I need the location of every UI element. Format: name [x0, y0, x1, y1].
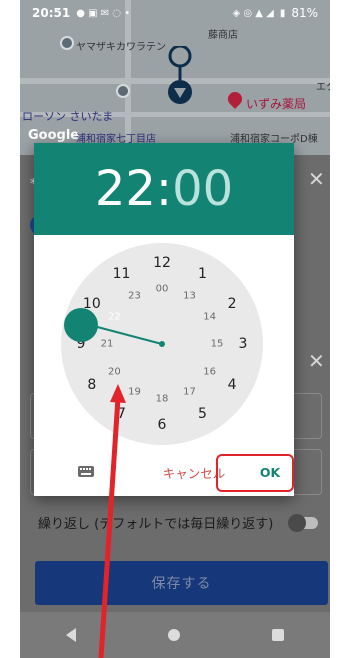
- clock-number-7[interactable]: 7: [117, 406, 126, 422]
- clock-number-22[interactable]: 22: [108, 311, 121, 322]
- ok-highlight-box: [216, 454, 294, 492]
- close-icon: ✕: [308, 349, 325, 373]
- notification-icon: ● ▣ ✉ ◌ •: [76, 7, 131, 19]
- time-picker-dialog: 22:00 12 1 2 3 4 5 6 7 8 9 10 11 00 13 14 15 16 17 18 19 20 2…: [34, 143, 294, 496]
- time-colon: :: [155, 161, 173, 217]
- clock-number-3[interactable]: 3: [239, 336, 248, 352]
- clock-number-6[interactable]: 6: [158, 417, 167, 433]
- keyboard-icon[interactable]: [78, 466, 94, 477]
- signal-icon: ◈ ◎ ▲ ◢: [232, 7, 274, 19]
- clock-number-2[interactable]: 2: [228, 296, 237, 312]
- system-nav-bar: [20, 612, 330, 658]
- google-logo: Google: [28, 128, 80, 143]
- repeat-label: 繰り返し (デフォルトでは毎日繰り返す): [38, 517, 274, 532]
- map-label: いずみ薬局: [246, 97, 307, 111]
- clock-number-20[interactable]: 20: [108, 366, 121, 377]
- clock-number-17[interactable]: 17: [183, 386, 196, 397]
- map-pin-icon: [116, 84, 130, 98]
- minute-display[interactable]: 00: [172, 161, 233, 217]
- clock-number-15[interactable]: 15: [211, 339, 224, 350]
- clock-center-dot: [159, 341, 165, 347]
- clock-number-8[interactable]: 8: [87, 377, 96, 393]
- close-icon: ✕: [308, 167, 325, 191]
- save-button[interactable]: 保存する: [35, 561, 328, 605]
- recents-icon[interactable]: [272, 629, 284, 641]
- map-pin-icon: [60, 36, 74, 50]
- back-icon[interactable]: [66, 628, 76, 642]
- clock-number-19[interactable]: 19: [128, 386, 141, 397]
- home-icon[interactable]: [168, 629, 180, 641]
- clock-number-4[interactable]: 4: [228, 377, 237, 393]
- map-label: エク: [316, 82, 330, 93]
- time-display: 22:00: [34, 143, 294, 235]
- clock-number-12[interactable]: 12: [153, 255, 171, 271]
- clock-number-11[interactable]: 11: [113, 266, 131, 282]
- clock-number-00[interactable]: 00: [156, 284, 169, 295]
- battery-icon: ▮: [279, 7, 286, 19]
- clock-number-13[interactable]: 13: [183, 291, 196, 302]
- map-label: 藤商店: [208, 30, 238, 41]
- route-marker-icon: [168, 46, 192, 104]
- clock-number-16[interactable]: 16: [203, 366, 216, 377]
- repeat-toggle[interactable]: [288, 513, 318, 532]
- clock-number-5[interactable]: 5: [198, 406, 207, 422]
- hour-selector[interactable]: [64, 308, 98, 342]
- clock-number-21[interactable]: 21: [101, 339, 114, 350]
- clock-number-18[interactable]: 18: [156, 394, 169, 405]
- status-bar: 20:51 ● ▣ ✉ ◌ • ◈ ◎ ▲ ◢ ▮ 81%: [20, 0, 330, 26]
- hour-display[interactable]: 22: [95, 161, 156, 217]
- status-time: 20:51: [32, 6, 71, 20]
- clock-number-23[interactable]: 23: [128, 291, 141, 302]
- battery-level: 81%: [291, 6, 318, 20]
- pharmacy-pin-icon: [225, 89, 245, 109]
- repeat-row[interactable]: 繰り返し (デフォルトでは毎日繰り返す): [38, 513, 318, 532]
- clock-number-1[interactable]: 1: [198, 266, 207, 282]
- clock-number-14[interactable]: 14: [203, 311, 216, 322]
- map-label: ローソン さいたま: [22, 110, 114, 123]
- map-label: ヤマザキカワラテン: [76, 42, 166, 53]
